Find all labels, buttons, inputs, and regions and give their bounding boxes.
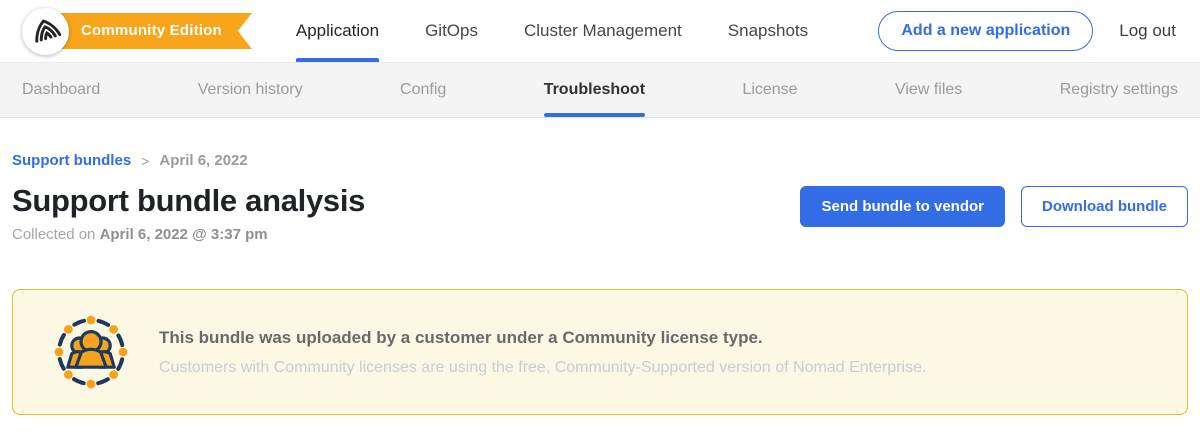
title-block: Support bundle analysis Collected on Apr… [12, 183, 365, 243]
replicated-logo-icon [24, 7, 68, 56]
download-bundle-button[interactable]: Download bundle [1021, 186, 1188, 227]
add-new-application-button[interactable]: Add a new application [878, 11, 1093, 51]
bundle-actions: Send bundle to vendor Download bundle [800, 183, 1188, 227]
collected-timestamp: Collected on April 6, 2022 @ 3:37 pm [12, 226, 365, 243]
tab-gitops[interactable]: GitOps [425, 0, 478, 62]
title-row: Support bundle analysis Collected on Apr… [12, 183, 1188, 243]
tab-application[interactable]: Application [296, 0, 379, 62]
primary-tabs: Application GitOps Cluster Management Sn… [296, 0, 808, 62]
alert-text: This bundle was uploaded by a customer u… [159, 328, 926, 377]
subnav-version-history[interactable]: Version history [198, 63, 303, 117]
subnav-license[interactable]: License [742, 63, 797, 117]
send-bundle-to-vendor-button[interactable]: Send bundle to vendor [800, 186, 1005, 227]
community-license-alert: This bundle was uploaded by a customer u… [12, 289, 1188, 415]
breadcrumb: Support bundles > April 6, 2022 [12, 152, 1188, 169]
community-edition-badge: Community Edition [51, 13, 252, 49]
app-logo[interactable] [22, 8, 69, 55]
tab-cluster-management[interactable]: Cluster Management [524, 0, 682, 62]
subnav-dashboard[interactable]: Dashboard [22, 63, 100, 117]
app-sub-nav: Dashboard Version history Config Trouble… [0, 62, 1200, 118]
subnav-troubleshoot[interactable]: Troubleshoot [544, 63, 645, 117]
breadcrumb-separator: > [141, 153, 149, 169]
alert-title: This bundle was uploaded by a customer u… [159, 328, 926, 348]
header-actions: Add a new application Log out [878, 11, 1176, 51]
subnav-config[interactable]: Config [400, 63, 446, 117]
main-content: Support bundles > April 6, 2022 Support … [0, 152, 1200, 415]
subnav-view-files[interactable]: View files [895, 63, 962, 117]
subnav-registry-settings[interactable]: Registry settings [1060, 63, 1178, 117]
breadcrumb-link-support-bundles[interactable]: Support bundles [12, 152, 131, 169]
logout-link[interactable]: Log out [1119, 21, 1176, 41]
top-nav-bar: Community Edition Application GitOps Clu… [0, 0, 1200, 62]
breadcrumb-current: April 6, 2022 [159, 152, 247, 169]
community-people-icon [51, 312, 131, 392]
tab-snapshots[interactable]: Snapshots [728, 0, 808, 62]
alert-description: Customers with Community licenses are us… [159, 359, 926, 377]
brand: Community Edition [22, 8, 252, 55]
page-title: Support bundle analysis [12, 183, 365, 219]
